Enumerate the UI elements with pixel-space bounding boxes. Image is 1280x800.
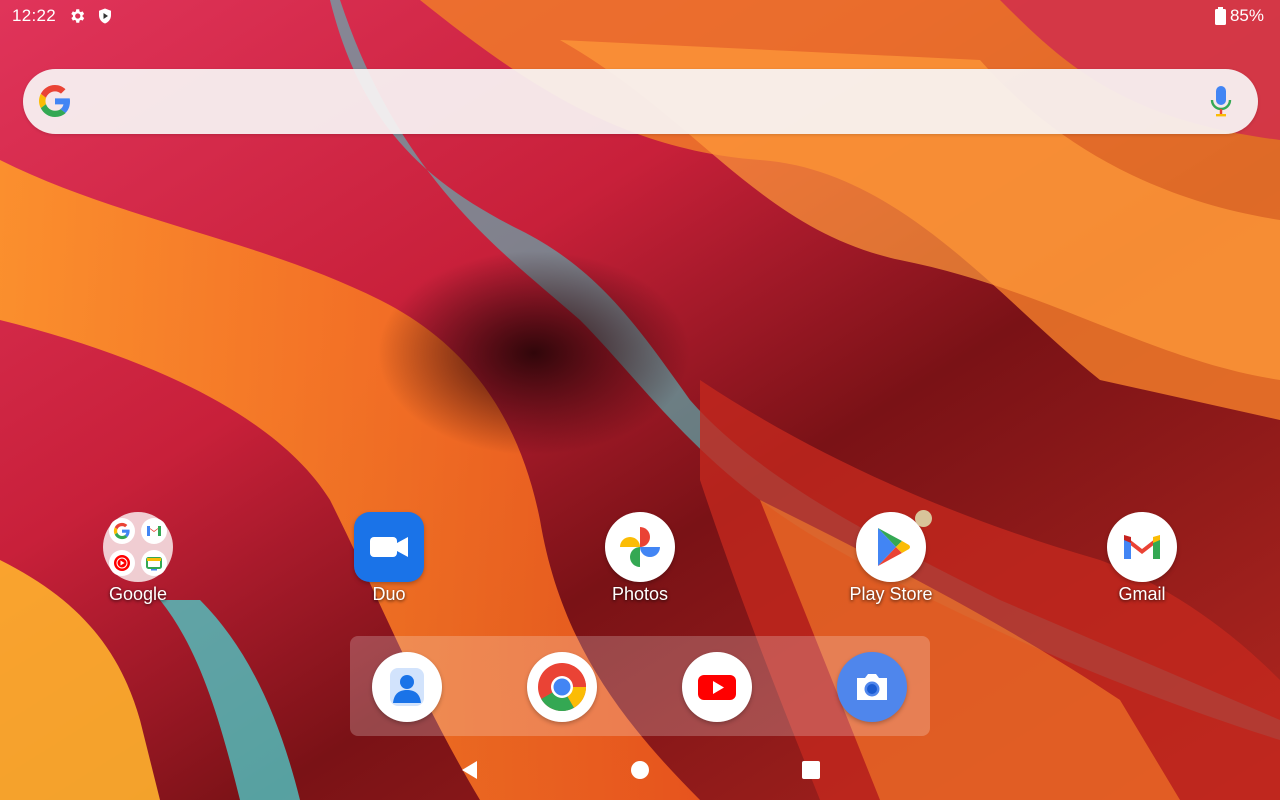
app-label: Play Store	[849, 584, 933, 604]
app-label: Gmail	[1118, 584, 1166, 604]
status-time: 12:22	[12, 6, 57, 25]
app-duo[interactable]: Duo	[309, 512, 469, 605]
camera-icon[interactable]	[837, 652, 907, 722]
app-gmail[interactable]: Gmail	[1062, 512, 1222, 605]
photos-icon	[605, 512, 675, 582]
app-label: Google	[108, 584, 168, 604]
google-icon	[109, 518, 135, 544]
gmail-icon	[141, 518, 167, 544]
recents-icon[interactable]	[799, 758, 823, 782]
shield-play-icon	[99, 8, 111, 24]
google-search-bar[interactable]	[23, 69, 1258, 134]
app-photos[interactable]: Photos	[560, 512, 720, 605]
youtube-icon[interactable]	[682, 652, 752, 722]
google-folder-icon	[103, 512, 173, 582]
navigation-bar	[0, 745, 1280, 795]
play-store-icon	[856, 510, 932, 582]
app-play-store[interactable]: Play Store	[811, 510, 971, 605]
battery-indicator: 85%	[1214, 6, 1264, 26]
home-icon[interactable]	[628, 758, 652, 782]
mic-icon[interactable]	[1210, 86, 1232, 118]
battery-icon	[1214, 7, 1226, 25]
youtube-music-icon	[109, 550, 135, 576]
app-label: Photos	[611, 584, 669, 604]
chrome-icon[interactable]	[527, 652, 597, 722]
app-label: Duo	[372, 584, 406, 604]
battery-percent: 85%	[1229, 6, 1264, 25]
gmail-icon	[1107, 512, 1177, 582]
google-g-icon	[39, 85, 70, 117]
google-tv-icon	[141, 550, 167, 576]
duo-icon	[354, 512, 424, 582]
back-icon[interactable]	[457, 758, 481, 782]
dock	[350, 636, 930, 736]
gear-icon	[71, 9, 85, 23]
status-bar: 12:22 85%	[0, 0, 1280, 32]
app-google-folder[interactable]: Google	[58, 512, 218, 605]
notification-dot	[915, 510, 932, 527]
contacts-icon[interactable]	[372, 652, 442, 722]
